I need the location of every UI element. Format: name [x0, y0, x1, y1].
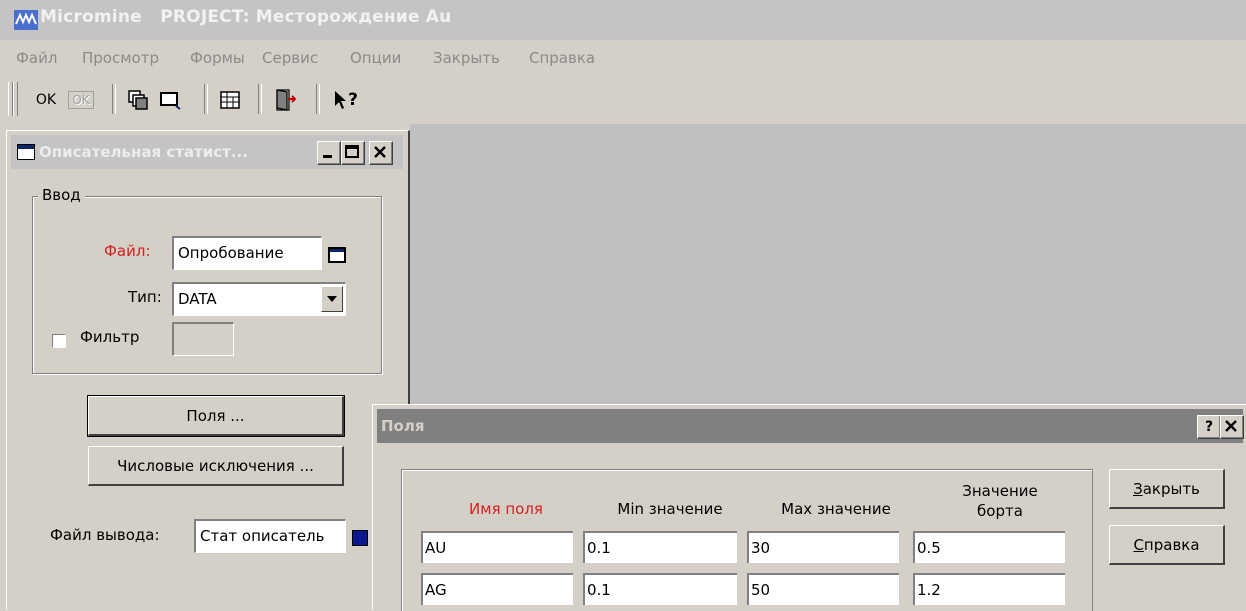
table-icon [220, 91, 240, 109]
dropdown-arrow-button[interactable] [321, 286, 343, 312]
micromine-logo-icon [14, 10, 38, 30]
menu-options[interactable]: Опции [350, 49, 401, 67]
filter-checkbox[interactable] [52, 334, 66, 348]
filter-input [172, 322, 234, 356]
app-title-bar[interactable]: Micromine PROJECT: Месторождение Au [0, 0, 1246, 40]
column-header-cutoff-line1: Значение [962, 482, 1038, 500]
chevron-down-icon [327, 296, 337, 302]
row1-cutoff[interactable]: 0.5 [913, 531, 1065, 563]
window-icon [160, 92, 181, 110]
column-header-max: Max значение [781, 500, 891, 518]
row1-field-name[interactable]: AU [421, 531, 573, 563]
close-icon [1225, 420, 1237, 432]
output-color-swatch[interactable] [352, 530, 368, 546]
stat-window-title-bar[interactable]: Описательная статист... [11, 135, 403, 169]
ok-button[interactable]: OK [32, 87, 60, 113]
close-dialog-button[interactable]: Закрыть [1109, 469, 1225, 509]
copy-forms-button[interactable] [124, 87, 152, 113]
type-select[interactable]: DATA [172, 282, 346, 316]
row1-min[interactable]: 0.1 [583, 531, 737, 563]
file-label: Файл: [104, 242, 151, 260]
fields-dialog-title: Поля [381, 417, 425, 435]
help-question-glyph: ? [348, 90, 358, 110]
app-title: Micromine PROJECT: Месторождение Au [40, 7, 452, 27]
close-button-mnemonic: З [1133, 479, 1143, 498]
minimize-button[interactable] [317, 141, 341, 165]
row2-max[interactable]: 50 [747, 573, 899, 605]
arrow-pointer-icon [335, 91, 347, 109]
help-button[interactable]: ? [1197, 415, 1221, 439]
output-file-label: Файл вывода: [50, 526, 160, 544]
stat-window-title: Описательная статист... [39, 143, 248, 161]
menu-file[interactable]: Файл [16, 49, 57, 67]
menu-bar: Файл Просмотр Формы Сервис Опции Закрыть… [0, 40, 1246, 74]
fields-dialog-title-bar[interactable]: Поля ? [377, 409, 1244, 443]
toolbar-separator [204, 84, 208, 114]
menu-help[interactable]: Справка [529, 49, 595, 67]
type-select-value: DATA [178, 290, 217, 308]
output-file-input[interactable]: Стат описатель [194, 519, 346, 553]
context-help-button[interactable]: ? [328, 87, 364, 113]
fields-dialog: Поля ? Имя поля Min значение Max значени… [372, 404, 1246, 611]
maximize-icon [345, 145, 359, 158]
minimize-icon [323, 155, 332, 158]
toolbar-grip-2[interactable] [13, 82, 18, 116]
close-icon [374, 146, 386, 158]
menu-close[interactable]: Закрыть [433, 49, 500, 67]
row2-field-name[interactable]: AG [421, 573, 573, 605]
toolbar-separator [258, 84, 262, 114]
toolbar: OK OK ? [0, 74, 390, 124]
menu-forms[interactable]: Формы [190, 49, 245, 67]
menu-service[interactable]: Сервис [262, 49, 318, 67]
toolbar-separator [112, 84, 116, 114]
column-header-cutoff-line2: борта [977, 502, 1023, 520]
exit-button[interactable] [270, 87, 300, 113]
close-button-label: акрыть [1142, 479, 1200, 498]
row1-max[interactable]: 30 [747, 531, 899, 563]
copy-forms-icon [128, 90, 148, 110]
column-header-min: Min значение [617, 500, 723, 518]
maximize-button[interactable] [341, 141, 365, 165]
close-button[interactable] [369, 141, 393, 165]
ok-disabled-button: OK [66, 87, 96, 113]
help-button-mnemonic: С [1133, 535, 1144, 554]
numeric-exclusions-button[interactable]: Числовые исключения ... [88, 446, 344, 486]
exit-door-icon [276, 89, 297, 111]
help-dialog-button[interactable]: Справка [1109, 525, 1225, 565]
question-icon: ? [1204, 419, 1214, 435]
file-browse-icon[interactable] [328, 247, 346, 263]
file-input[interactable]: Опробование [172, 236, 322, 270]
type-label: Тип: [128, 288, 162, 306]
toolbar-separator [316, 84, 320, 114]
row2-min[interactable]: 0.1 [583, 573, 737, 605]
window-button[interactable] [156, 87, 186, 113]
input-group-label: Ввод [38, 186, 85, 204]
ok-disabled-label: OK [68, 91, 94, 109]
help-button-label: правка [1143, 535, 1200, 554]
fields-button[interactable]: Поля ... [87, 395, 345, 437]
row2-cutoff[interactable]: 1.2 [913, 573, 1065, 605]
column-header-field-name: Имя поля [469, 500, 543, 518]
menu-view[interactable]: Просмотр [82, 49, 159, 67]
filter-label: Фильтр [80, 328, 140, 346]
window-form-icon [17, 144, 35, 160]
dialog-close-button[interactable] [1220, 415, 1244, 439]
table-button[interactable] [216, 87, 244, 113]
